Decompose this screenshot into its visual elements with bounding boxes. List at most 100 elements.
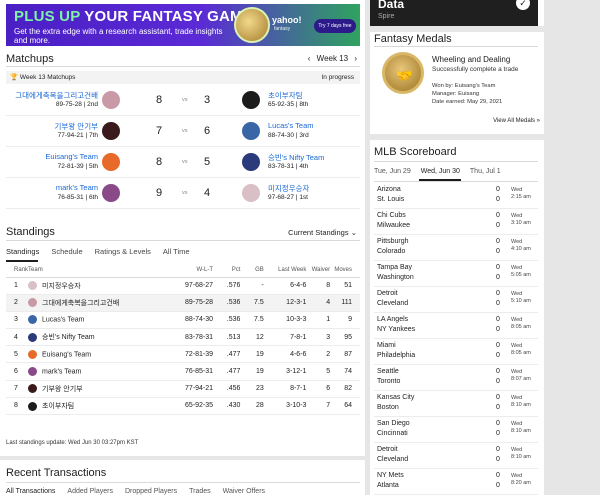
game-row[interactable]: Tampa Bay Washington 0 0 Wed 5:05 am xyxy=(374,261,538,287)
table-row[interactable]: 5 Euisang's Team 72-81-39.477 19 4-6-6 2 87 xyxy=(6,345,360,364)
team-name[interactable]: mark's Team xyxy=(42,368,81,375)
home-team: Toronto xyxy=(377,378,401,385)
away-team: Arizona xyxy=(377,186,401,193)
team-cell[interactable]: 미지정우승자 xyxy=(28,277,163,295)
game-row[interactable]: Detroit Cleveland 0 0 Wed 8:10 am xyxy=(374,443,538,469)
game-row[interactable]: LA Angels NY Yankees 0 0 Wed 8:05 am xyxy=(374,313,538,339)
home-score: 0 xyxy=(496,352,500,359)
wlt-cell: 65-92-35 xyxy=(162,397,214,416)
game-row[interactable]: San Diego Cincinnati 0 0 Wed 8:10 am xyxy=(374,417,538,443)
matchups-title: Matchups xyxy=(6,53,54,65)
game-clock: 8:07 am xyxy=(511,376,531,382)
medal-meta: Won by: Euisang's Team Manager: Euisang … xyxy=(432,82,502,106)
game-row[interactable]: Arizona St. Louis 0 0 Wed 2:15 am xyxy=(374,183,538,209)
game-time: Wed 8:10 am xyxy=(511,447,531,461)
tab-added-players[interactable]: Added Players xyxy=(67,488,113,495)
chevron-right-icon[interactable]: › xyxy=(354,54,357,63)
team-name[interactable]: Lucas's Team xyxy=(42,317,84,324)
right-team-name[interactable]: 초이부자팀 xyxy=(268,90,303,101)
section-gap xyxy=(370,26,544,32)
tab-standings[interactable]: Standings xyxy=(6,247,39,256)
right-team-name[interactable]: 미지정우승자 xyxy=(268,183,309,194)
table-row[interactable]: 6 mark's Team 76-85-31.477 19 3-12-1 5 74 xyxy=(6,362,360,381)
left-team-name[interactable]: mark's Team xyxy=(10,183,98,192)
team-name[interactable]: 초이부자팀 xyxy=(42,403,74,410)
team-cell[interactable]: 그대에게축복을그리고건배 xyxy=(28,294,163,312)
divider xyxy=(374,181,538,182)
game-row[interactable]: Detroit Cleveland 0 0 Wed 5:10 am xyxy=(374,287,538,313)
pct-cell: .536 xyxy=(213,294,241,312)
vs-label: vs xyxy=(182,190,188,196)
away-team: Miami xyxy=(377,342,396,349)
banner-headline-main: YOUR FANTASY GAME xyxy=(84,8,253,25)
pct-cell: .576 xyxy=(213,277,241,295)
left-team-name[interactable]: Euisang's Team xyxy=(10,152,98,161)
tab-all-transactions[interactable]: All Transactions xyxy=(6,488,55,495)
try-free-button[interactable]: Try 7 days free xyxy=(314,19,356,33)
tab-date-prev[interactable]: Tue, Jun 29 xyxy=(374,168,411,175)
team-cell[interactable]: mark's Team xyxy=(28,362,163,381)
page-gutter xyxy=(544,0,600,495)
table-row[interactable]: 7 기부왕 안기부 77-94-21.456 23 8-7-1 6 82 xyxy=(6,380,360,398)
game-row[interactable]: Pittsburgh Colorado 0 0 Wed 4:10 am xyxy=(374,235,538,261)
tab-ratings-levels[interactable]: Ratings & Levels xyxy=(95,247,151,256)
game-row[interactable]: Chi Cubs Milwaukee 0 0 Wed 3:10 am xyxy=(374,209,538,235)
team-cell[interactable]: 승빈's Nifty Team xyxy=(28,328,163,347)
away-team: Seattle xyxy=(377,368,399,375)
table-row[interactable]: 3 Lucas's Team 88-74-30.536 7.5 10-3-3 1 9 xyxy=(6,311,360,330)
right-team-name[interactable]: Lucas's Team xyxy=(268,121,313,130)
team-name[interactable]: Euisang's Team xyxy=(42,351,91,358)
last-week-cell: 7-8-1 xyxy=(263,328,307,347)
game-row[interactable]: NY Mets Atlanta 0 0 Wed 8:20 am xyxy=(374,469,538,495)
table-row[interactable]: 8 초이부자팀 65-92-35.430 28 3-10-3 7 64 xyxy=(6,397,360,416)
tab-trades[interactable]: Trades xyxy=(189,488,211,495)
table-row[interactable]: 1 미지정우승자 97-68-27.576-6-4-6 8 51 xyxy=(6,277,360,295)
promo-banner[interactable]: PLUS UP YOUR FANTASY GAME Get the extra … xyxy=(6,4,360,46)
matchup-row[interactable]: 기부왕 안기부 77-94-21 | 7th 7 vs 6 Lucas's Team 88-… xyxy=(6,117,360,147)
tab-date-next[interactable]: Thu, Jul 1 xyxy=(470,168,501,175)
view-all-medals-link[interactable]: View All Medals » xyxy=(493,118,540,124)
team-name[interactable]: 미지정우승자 xyxy=(42,283,81,290)
chevron-left-icon[interactable]: ‹ xyxy=(308,54,311,63)
standings-title: Standings xyxy=(6,226,55,238)
team-cell[interactable]: Lucas's Team xyxy=(28,311,163,330)
team-cell[interactable]: Euisang's Team xyxy=(28,345,163,364)
tab-waiver-offers[interactable]: Waiver Offers xyxy=(223,488,265,495)
vs-label: vs xyxy=(182,97,188,103)
table-row[interactable]: 2 그대에게축복을그리고건배 89-75-28.536 7.5 12-3-1 4 111 xyxy=(6,294,360,312)
team-cell[interactable]: 기부왕 안기부 xyxy=(28,380,163,398)
game-clock: 3:10 am xyxy=(511,220,531,226)
team-name[interactable]: 승빈's Nifty Team xyxy=(42,334,95,341)
matchup-row[interactable]: Euisang's Team 72-81-39 | 5th 8 vs 5 승빈's Nif… xyxy=(6,148,360,178)
game-row[interactable]: Kansas City Boston 0 0 Wed 8:10 am xyxy=(374,391,538,417)
left-team-name[interactable]: 그대에게축복을그리고건배 xyxy=(10,90,98,101)
tab-all-time[interactable]: All Time xyxy=(163,247,190,256)
home-score: 0 xyxy=(496,326,500,333)
team-cell[interactable]: 초이부자팀 xyxy=(28,397,163,416)
right-team-record: 65-92-35 | 8th xyxy=(268,101,309,108)
game-row[interactable]: Miami Philadelphia 0 0 Wed 8:05 am xyxy=(374,339,538,365)
data-card[interactable]: Data Spire ✓ xyxy=(370,0,538,26)
game-day: Wed xyxy=(511,369,523,375)
section-gap xyxy=(0,456,365,460)
team-name[interactable]: 그대에게축복을그리고건배 xyxy=(42,300,119,307)
tab-dropped-players[interactable]: Dropped Players xyxy=(125,488,177,495)
tab-schedule[interactable]: Schedule xyxy=(51,247,82,256)
game-row[interactable]: Seattle Toronto 0 0 Wed 8:07 am xyxy=(374,365,538,391)
standings-dropdown[interactable]: Current Standings ⌄ xyxy=(288,228,357,237)
home-team: Atlanta xyxy=(377,482,399,489)
left-team-name[interactable]: 기부왕 안기부 xyxy=(10,121,98,132)
divider xyxy=(6,240,360,241)
matchup-row[interactable]: 그대에게축복을그리고건배 89-75-28 | 2nd 8 vs 3 초이부자팀 65-92… xyxy=(6,86,360,116)
matchup-row[interactable]: mark's Team 76-85-31 | 6th 9 vs 4 미지정우승자 97-68… xyxy=(6,179,360,209)
tab-date-current[interactable]: Wed, Jun 30 xyxy=(421,168,460,175)
last-week-cell: 10-3-3 xyxy=(263,311,307,330)
right-team-name[interactable]: 승빈's Nifty Team xyxy=(268,152,324,163)
team-name[interactable]: 기부왕 안기부 xyxy=(42,386,83,393)
team-avatar xyxy=(28,315,38,325)
table-row[interactable]: 4 승빈's Nifty Team 83-78-31.513 12 7-8-1 3 95 xyxy=(6,328,360,347)
matchups-status: In progress xyxy=(321,74,354,81)
right-team-record: 88-74-30 | 3rd xyxy=(268,132,309,139)
scoreboard-date-tabs: Tue, Jun 29 Wed, Jun 30 Thu, Jul 1 xyxy=(374,168,538,181)
right-team-record: 97-68-27 | 1st xyxy=(268,194,308,201)
